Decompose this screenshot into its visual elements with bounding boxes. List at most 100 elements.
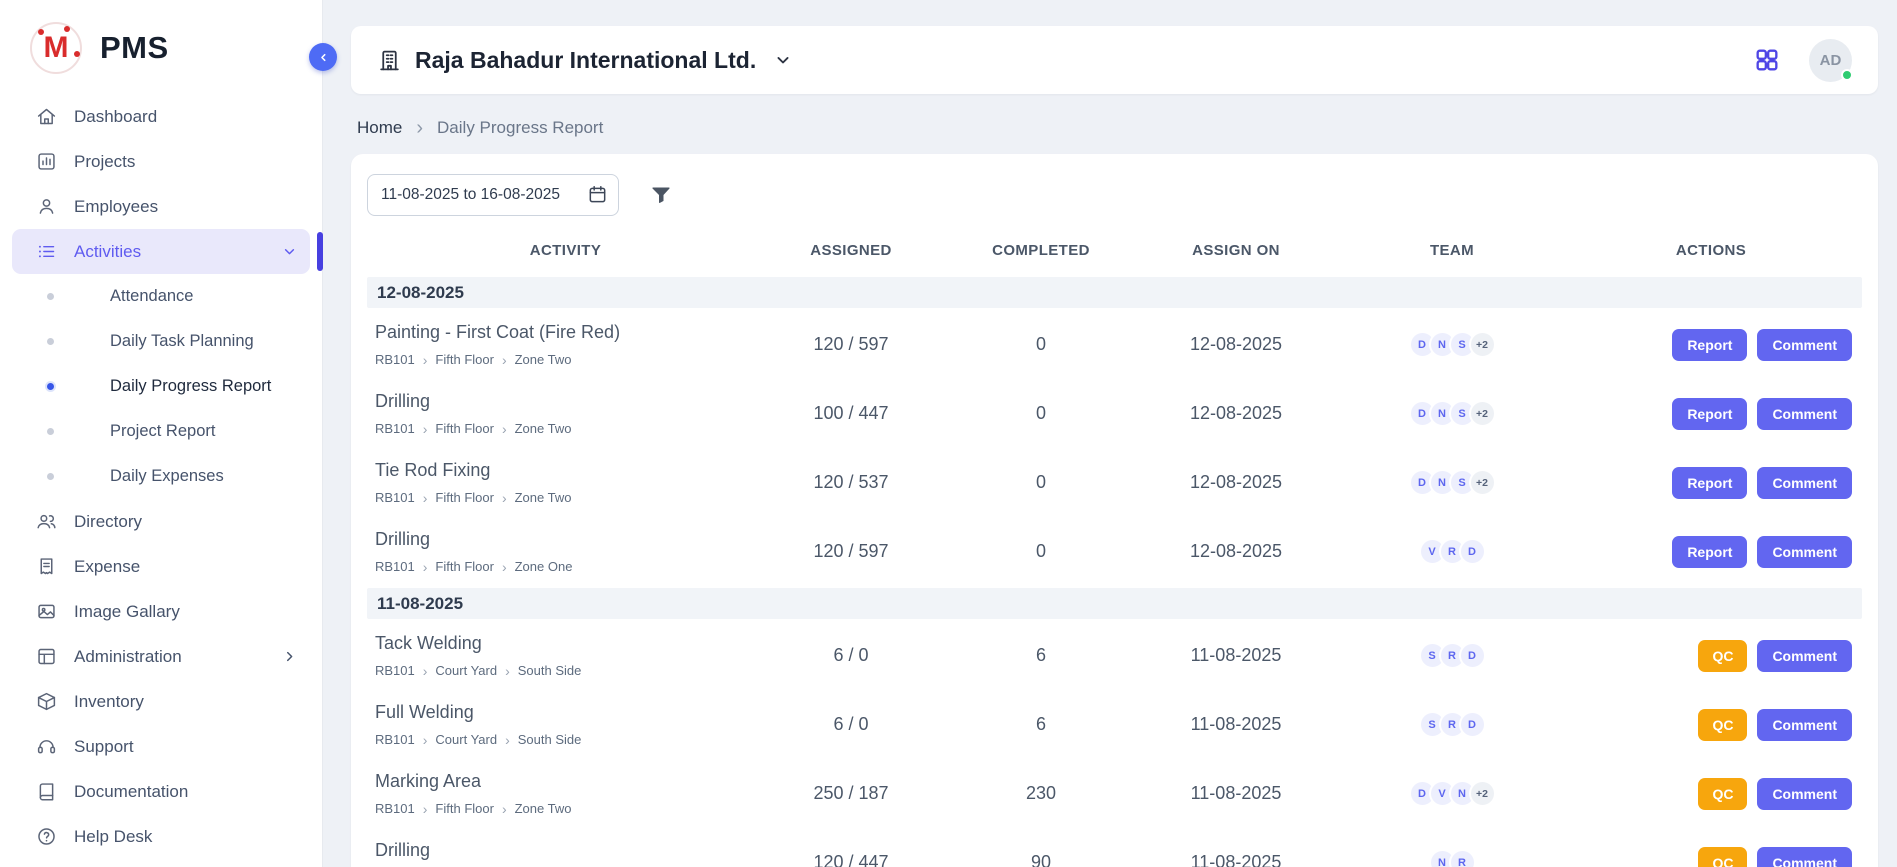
- filter-icon: [649, 183, 673, 207]
- comment-button[interactable]: Comment: [1757, 536, 1852, 568]
- location-segment: Zone Two: [515, 352, 572, 367]
- sidebar-item-projects[interactable]: Projects: [12, 139, 310, 184]
- topbar: Raja Bahadur International Ltd. AD: [351, 26, 1878, 94]
- comment-button[interactable]: Comment: [1757, 467, 1852, 499]
- assign-on-value: 11-08-2025: [1136, 714, 1336, 735]
- comment-button[interactable]: Comment: [1757, 640, 1852, 672]
- sidebar-item-inventory[interactable]: Inventory: [12, 679, 310, 724]
- table-row: DrillingRB101›Fifth Floor›Zone Two100 / …: [367, 379, 1862, 448]
- assign-on-value: 12-08-2025: [1136, 403, 1336, 424]
- report-button[interactable]: Report: [1672, 329, 1747, 361]
- user-avatar[interactable]: AD: [1809, 39, 1852, 82]
- actions-cell: QC Comment: [1568, 640, 1854, 672]
- apps-grid-icon: [1753, 46, 1781, 74]
- book-icon: [36, 781, 57, 802]
- comment-button[interactable]: Comment: [1757, 847, 1852, 867]
- sidebar-item-support[interactable]: Support: [12, 724, 310, 769]
- sidebar-item-dashboard[interactable]: Dashboard: [12, 94, 310, 139]
- activity-cell: Full WeldingRB101›Court Yard›South Side: [375, 702, 756, 747]
- location-segment: Fifth Floor: [435, 559, 494, 574]
- activity-location: RB101›Fifth Floor›Zone Two: [375, 490, 756, 505]
- team-cell: SRD: [1336, 711, 1568, 738]
- chevron-right-icon: ›: [423, 733, 428, 747]
- sidebar-subitem-label: Daily Progress Report: [110, 377, 271, 396]
- column-header-completed: COMPLETED: [946, 242, 1136, 259]
- team-avatar: D: [1459, 538, 1486, 565]
- sidebar-subitem-daily-task-planning[interactable]: Daily Task Planning: [0, 319, 322, 364]
- company-selector[interactable]: Raja Bahadur International Ltd.: [377, 47, 793, 74]
- comment-button[interactable]: Comment: [1757, 778, 1852, 810]
- qc-button[interactable]: QC: [1698, 778, 1747, 810]
- image-icon: [36, 601, 57, 622]
- qc-button[interactable]: QC: [1698, 640, 1747, 672]
- table-header-row: ACTIVITY ASSIGNED COMPLETED ASSIGN ON TE…: [367, 222, 1862, 275]
- actions-cell: Report Comment: [1568, 398, 1854, 430]
- users-icon: [36, 511, 57, 532]
- sidebar-item-label: Documentation: [74, 782, 188, 802]
- date-range-field[interactable]: [367, 174, 619, 216]
- qc-button[interactable]: QC: [1698, 709, 1747, 741]
- sidebar-item-image-gallary[interactable]: Image Gallary: [12, 589, 310, 634]
- activity-title: Drilling: [375, 529, 756, 550]
- list-icon: [36, 241, 57, 262]
- sidebar-item-documentation[interactable]: Documentation: [12, 769, 310, 814]
- chevron-right-icon: ›: [423, 560, 428, 574]
- bullet-dot-icon: [47, 473, 54, 480]
- logo-dot-icon: [64, 26, 70, 32]
- bullet-dot-icon: [47, 428, 54, 435]
- sidebar-subitem-daily-progress-report[interactable]: Daily Progress Report: [0, 364, 322, 409]
- sidebar-item-label: Image Gallary: [74, 602, 180, 622]
- completed-value: 230: [946, 783, 1136, 804]
- sidebar-subitem-attendance[interactable]: Attendance: [0, 274, 322, 319]
- table-row: Full WeldingRB101›Court Yard›South Side6…: [367, 690, 1862, 759]
- sidebar-item-activities[interactable]: Activities: [12, 229, 310, 274]
- assigned-value: 100 / 447: [756, 403, 946, 424]
- comment-button[interactable]: Comment: [1757, 398, 1852, 430]
- bullet-dot-icon: [47, 383, 54, 390]
- comment-button[interactable]: Comment: [1757, 329, 1852, 361]
- chevron-left-icon: [316, 50, 331, 65]
- activity-cell: Marking AreaRB101›Fifth Floor›Zone Two: [375, 771, 756, 816]
- activity-title: Painting - First Coat (Fire Red): [375, 322, 756, 343]
- topbar-actions: AD: [1753, 39, 1852, 82]
- breadcrumb-home[interactable]: Home: [357, 118, 402, 138]
- sidebar-item-label: Dashboard: [74, 107, 157, 127]
- sidebar-item-label: Activities: [74, 242, 141, 262]
- chevron-right-icon: ›: [423, 664, 428, 678]
- pms-logo-icon: M: [30, 22, 82, 74]
- assign-on-value: 12-08-2025: [1136, 472, 1336, 493]
- chevron-right-icon: ›: [502, 560, 507, 574]
- assigned-value: 120 / 537: [756, 472, 946, 493]
- sidebar-item-directory[interactable]: Directory: [12, 499, 310, 544]
- filter-button[interactable]: [649, 183, 673, 207]
- qc-button[interactable]: QC: [1698, 847, 1747, 867]
- location-segment: Zone Two: [515, 490, 572, 505]
- sidebar-subitem-daily-expenses[interactable]: Daily Expenses: [0, 454, 322, 499]
- sidebar-collapse-button[interactable]: [309, 43, 337, 71]
- apps-grid-button[interactable]: [1753, 46, 1781, 74]
- box-icon: [36, 691, 57, 712]
- location-segment: Zone Two: [515, 801, 572, 816]
- column-header-assign-on: ASSIGN ON: [1136, 242, 1336, 259]
- assigned-value: 120 / 597: [756, 334, 946, 355]
- table-row: Tie Rod FixingRB101›Fifth Floor›Zone Two…: [367, 448, 1862, 517]
- sidebar-subitem-label: Attendance: [110, 287, 193, 306]
- sidebar-item-expense[interactable]: Expense: [12, 544, 310, 589]
- date-range-input[interactable]: [367, 174, 619, 216]
- assign-on-value: 11-08-2025: [1136, 783, 1336, 804]
- team-overflow-badge: +2: [1469, 331, 1496, 358]
- sidebar-subitem-project-report[interactable]: Project Report: [0, 409, 322, 454]
- breadcrumb-current: Daily Progress Report: [437, 118, 603, 138]
- sidebar-item-help-desk[interactable]: Help Desk: [12, 814, 310, 859]
- report-button[interactable]: Report: [1672, 398, 1747, 430]
- chevron-down-icon: [281, 243, 298, 260]
- sidebar-item-administration[interactable]: Administration: [12, 634, 310, 679]
- comment-button[interactable]: Comment: [1757, 709, 1852, 741]
- receipt-icon: [36, 556, 57, 577]
- sidebar-item-label: Employees: [74, 197, 158, 217]
- team-avatar: D: [1459, 642, 1486, 669]
- sidebar-item-employees[interactable]: Employees: [12, 184, 310, 229]
- report-button[interactable]: Report: [1672, 467, 1747, 499]
- report-button[interactable]: Report: [1672, 536, 1747, 568]
- sidebar-nav: Dashboard Projects Employees Activities Atte…: [0, 88, 322, 859]
